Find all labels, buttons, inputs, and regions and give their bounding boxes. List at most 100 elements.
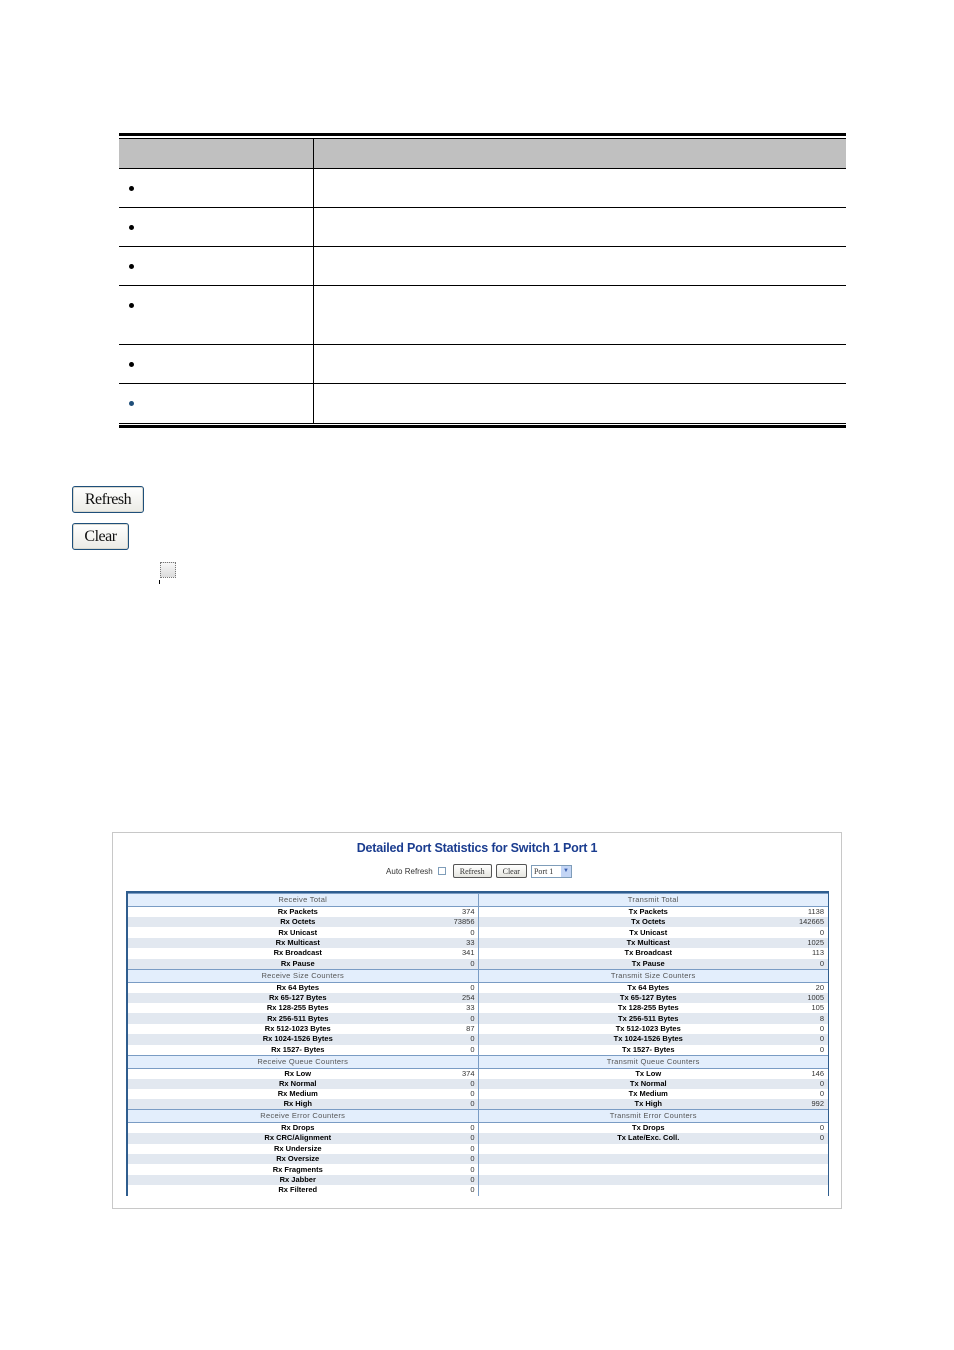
transmit-cell: Tx 512-1023 Bytes 0 [478, 1024, 828, 1034]
transmit-cell: Tx 64 Bytes 20 [478, 982, 828, 993]
table-row: Rx 1024-1526 Bytes 0 Tx 1024-1526 Bytes 0 [128, 1034, 828, 1045]
description-cell [313, 344, 846, 384]
transmit-cell: Tx 256-511 Bytes 8 [478, 1013, 828, 1024]
transmit-cell [478, 1144, 828, 1154]
bullet-icon [129, 362, 134, 367]
cursor-mark [159, 580, 160, 584]
counter-label: Tx 512-1023 Bytes [615, 1023, 681, 1033]
section-header-row: Receive Size Counters Transmit Size Count… [128, 968, 828, 983]
transmit-cell: Tx Normal 0 [478, 1078, 828, 1089]
counter-label: Rx High [283, 1099, 312, 1109]
transmit-cell: Tx High 992 [478, 1099, 828, 1110]
counter-label: Rx 65-127 Bytes [268, 992, 327, 1002]
table-row: Rx Oversize 0 [128, 1154, 828, 1165]
counter-value: 0 [819, 1133, 824, 1143]
table-row: Rx 1527- Bytes 0 Tx 1527- Bytes 0 [128, 1044, 828, 1056]
port-statistics-screenshot: Detailed Port Statistics for Switch 1 Po… [112, 832, 842, 1209]
table-row: Rx Fragments 0 [128, 1164, 828, 1175]
counter-label: Rx CRC/Alignment [264, 1133, 332, 1143]
counter-label: Tx 256-511 Bytes [618, 1013, 679, 1023]
description-cell [313, 246, 846, 286]
section-title-transmit: Transmit Queue Counters [478, 1054, 828, 1069]
object-cell [119, 344, 314, 384]
counter-value: 0 [819, 927, 824, 937]
counter-label: Tx Broadcast [624, 948, 673, 958]
counter-value: 146 [811, 1068, 824, 1078]
counter-value: 0 [470, 958, 475, 968]
receive-cell: Rx 1527- Bytes 0 [128, 1044, 479, 1056]
clear-button[interactable]: Clear [72, 523, 129, 550]
transmit-cell: Tx Low 146 [478, 1068, 828, 1079]
refresh-button[interactable]: Refresh [452, 864, 492, 878]
counter-value: 0 [470, 1034, 475, 1044]
section-title-transmit: Transmit Size Counters [478, 968, 828, 983]
counter-label: Tx Low [635, 1068, 662, 1078]
object-cell [119, 383, 314, 423]
transmit-cell: Tx 128-255 Bytes 105 [478, 1003, 828, 1013]
receive-cell: Rx CRC/Alignment 0 [128, 1133, 479, 1144]
chevron-down-icon[interactable]: ▼ [560, 865, 571, 877]
transmit-cell: Tx 1024-1526 Bytes 0 [478, 1034, 828, 1045]
receive-cell: Rx 512-1023 Bytes 87 [128, 1023, 479, 1035]
transmit-cell: Tx Pause 0 [478, 958, 828, 970]
object-cell [119, 168, 314, 208]
table-row [119, 246, 846, 286]
counter-value: 105 [811, 1003, 824, 1013]
counter-value: 0 [470, 1175, 475, 1185]
counter-value: 8 [819, 1013, 824, 1023]
counter-value: 0 [819, 958, 824, 968]
table-row: Rx Octets 73856 Tx Octets 142665 [128, 917, 828, 928]
refresh-button[interactable]: Refresh [72, 486, 144, 513]
receive-cell: Rx Octets 73856 [128, 917, 479, 928]
counter-value: 113 [812, 948, 824, 958]
receive-cell: Rx 65-127 Bytes 254 [128, 992, 479, 1003]
receive-cell: Rx Packets 374 [128, 906, 479, 917]
counter-label: Tx 128-255 Bytes [617, 1003, 679, 1013]
transmit-cell: Tx Medium 0 [478, 1089, 828, 1099]
description-table [119, 133, 846, 428]
table-row: Rx Filtered 0 [128, 1185, 828, 1196]
counter-value: 1138 [807, 907, 824, 916]
counter-label: Rx 1024-1526 Bytes [262, 1034, 333, 1044]
counter-label: Tx Packets [628, 907, 668, 916]
auto-refresh-checkbox[interactable] [160, 562, 176, 578]
counter-value: 0 [470, 1133, 475, 1143]
section-title-receive: Receive Error Counters [128, 1109, 479, 1124]
bullet-icon [129, 401, 134, 406]
counter-label: Tx 1527- Bytes [621, 1044, 675, 1054]
table-row: Rx 512-1023 Bytes 87 Tx 512-1023 Bytes 0 [128, 1023, 828, 1035]
counter-label: Rx Multicast [275, 937, 320, 947]
counter-label: Tx Pause [631, 958, 665, 968]
counter-value: 1025 [807, 937, 824, 947]
table-row: Rx Broadcast 341 Tx Broadcast 113 [128, 948, 828, 959]
auto-refresh-checkbox[interactable] [437, 867, 446, 875]
counter-label: Rx 128-255 Bytes [266, 1003, 329, 1013]
table-row [119, 383, 846, 423]
counter-value: 0 [470, 1123, 475, 1133]
receive-cell: Rx Medium 0 [128, 1088, 479, 1100]
counter-label: Rx Fragments [272, 1164, 323, 1174]
counter-value: 0 [470, 1143, 475, 1153]
counter-label: Rx 256-511 Bytes [267, 1013, 329, 1023]
clear-button[interactable]: Clear [495, 864, 527, 878]
object-cell [119, 246, 314, 286]
bullet-icon [129, 264, 134, 269]
transmit-cell: Tx Packets 1138 [478, 907, 828, 918]
transmit-cell: Tx Broadcast 113 [478, 948, 828, 958]
counter-value: 0 [470, 1099, 475, 1109]
counter-value: 0 [819, 1044, 824, 1054]
transmit-cell [478, 1154, 828, 1165]
receive-cell: Rx Fragments 0 [128, 1164, 479, 1175]
counter-label: Tx High [634, 1099, 663, 1109]
counter-label: Rx Jabber [279, 1175, 316, 1185]
table-row [119, 207, 846, 247]
counter-value: 0 [470, 927, 475, 937]
counter-value: 73856 [453, 917, 475, 927]
counter-value: 33 [466, 937, 475, 947]
counter-value: 992 [811, 1099, 824, 1109]
table-bottom-rule [119, 424, 846, 428]
counter-label: Tx Normal [629, 1078, 667, 1088]
port-select[interactable]: Port 1 ▼ [530, 864, 572, 878]
counter-label: Tx 65-127 Bytes [619, 992, 677, 1002]
table-row: Rx 64 Bytes 0 Tx 64 Bytes 20 [128, 982, 828, 993]
